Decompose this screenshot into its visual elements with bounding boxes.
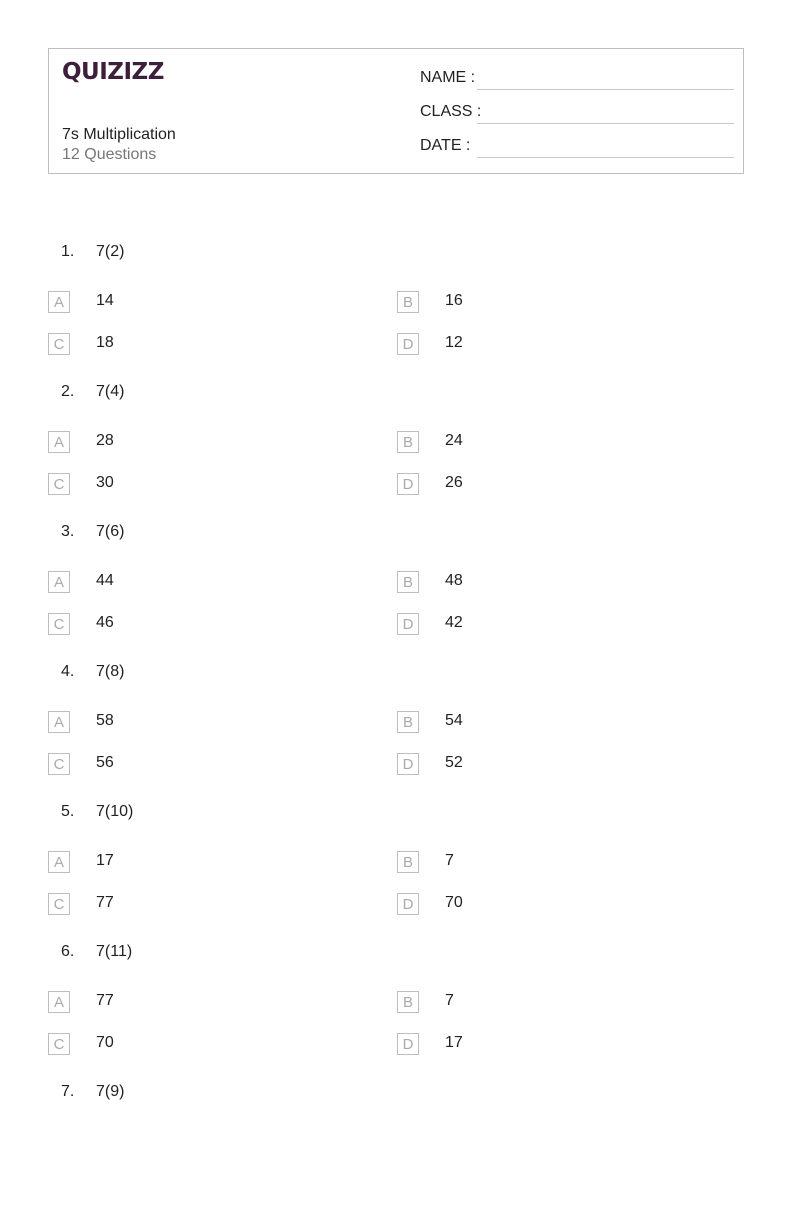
option-text: 70 (445, 894, 463, 911)
option-text: 17 (96, 852, 114, 869)
option-letter-box[interactable]: A (48, 711, 70, 733)
option-text: 56 (96, 754, 114, 771)
option-text: 16 (445, 292, 463, 309)
option-letter-box[interactable]: A (48, 571, 70, 593)
option-letter-box[interactable]: B (397, 851, 419, 873)
option-text: 70 (96, 1034, 114, 1051)
class-field[interactable]: CLASS : (420, 103, 734, 127)
question-number: 5. (61, 803, 75, 820)
question-number: 2. (61, 383, 75, 400)
question-number: 1. (61, 243, 75, 260)
option-letter-box[interactable]: D (397, 1033, 419, 1055)
option-letter-box[interactable]: D (397, 753, 419, 775)
option-text: 7 (445, 852, 454, 869)
option-letter-box[interactable]: A (48, 991, 70, 1013)
worksheet-title: 7s Multiplication (62, 126, 176, 143)
date-line[interactable] (477, 157, 734, 158)
option-letter-box[interactable]: D (397, 473, 419, 495)
option-letter-box[interactable]: D (397, 893, 419, 915)
question-number: 3. (61, 523, 75, 540)
class-label: CLASS : (420, 103, 482, 120)
option-letter-box[interactable]: B (397, 711, 419, 733)
option-text: 58 (96, 712, 114, 729)
option-text: 42 (445, 614, 463, 631)
option-text: 44 (96, 572, 114, 589)
name-field[interactable]: NAME : (420, 69, 734, 93)
option-text: 46 (96, 614, 114, 631)
option-text: 17 (445, 1034, 463, 1051)
question-item: 1. 7(2) A 14 B 16 C 18 D 12 (0, 243, 794, 383)
question-number: 7. (61, 1083, 75, 1100)
option-text: 18 (96, 334, 114, 351)
question-item: 2. 7(4) A 28 B 24 C 30 D 26 (0, 383, 794, 523)
option-text: 14 (96, 292, 114, 309)
question-text: 7(11) (96, 943, 133, 960)
option-letter-box[interactable]: B (397, 571, 419, 593)
name-line[interactable] (477, 89, 734, 90)
question-text: 7(8) (96, 663, 125, 680)
option-letter-box[interactable]: C (48, 333, 70, 355)
option-letter-box[interactable]: A (48, 431, 70, 453)
option-letter-box[interactable]: D (397, 613, 419, 635)
question-text: 7(9) (96, 1083, 125, 1100)
option-letter-box[interactable]: C (48, 1033, 70, 1055)
option-letter-box[interactable]: C (48, 613, 70, 635)
option-text: 77 (96, 894, 114, 911)
option-letter-box[interactable]: C (48, 893, 70, 915)
quizizz-logo: QUIZIZZ (62, 59, 164, 85)
question-text: 7(2) (96, 243, 125, 260)
question-count: 12 Questions (62, 146, 157, 163)
option-letter-box[interactable]: C (48, 473, 70, 495)
option-text: 7 (445, 992, 454, 1009)
option-text: 12 (445, 334, 463, 351)
question-text: 7(10) (96, 803, 134, 820)
option-text: 48 (445, 572, 463, 589)
class-line[interactable] (477, 123, 734, 124)
option-letter-box[interactable]: B (397, 291, 419, 313)
date-label: DATE : (420, 137, 471, 154)
question-item: 6. 7(11) A 77 B 7 C 70 D 17 (0, 943, 794, 1083)
name-label: NAME : (420, 69, 476, 86)
option-letter-box[interactable]: B (397, 991, 419, 1013)
question-item: 5. 7(10) A 17 B 7 C 77 D 70 (0, 803, 794, 943)
question-number: 4. (61, 663, 75, 680)
option-letter-box[interactable]: A (48, 851, 70, 873)
question-item: 3. 7(6) A 44 B 48 C 46 D 42 (0, 523, 794, 663)
option-letter-box[interactable]: C (48, 753, 70, 775)
question-text: 7(6) (96, 523, 125, 540)
question-number: 6. (61, 943, 75, 960)
option-letter-box[interactable]: D (397, 333, 419, 355)
question-text: 7(4) (96, 383, 125, 400)
option-text: 24 (445, 432, 463, 449)
option-text: 26 (445, 474, 463, 491)
option-text: 28 (96, 432, 114, 449)
option-letter-box[interactable]: A (48, 291, 70, 313)
worksheet-header: QUIZIZZ 7s Multiplication 12 Questions N… (48, 48, 744, 174)
option-text: 77 (96, 992, 114, 1009)
question-item: 7. 7(9) (0, 1083, 794, 1223)
option-text: 54 (445, 712, 463, 729)
date-field[interactable]: DATE : (420, 137, 734, 161)
question-item: 4. 7(8) A 58 B 54 C 56 D 52 (0, 663, 794, 803)
option-text: 30 (96, 474, 114, 491)
option-text: 52 (445, 754, 463, 771)
option-letter-box[interactable]: B (397, 431, 419, 453)
